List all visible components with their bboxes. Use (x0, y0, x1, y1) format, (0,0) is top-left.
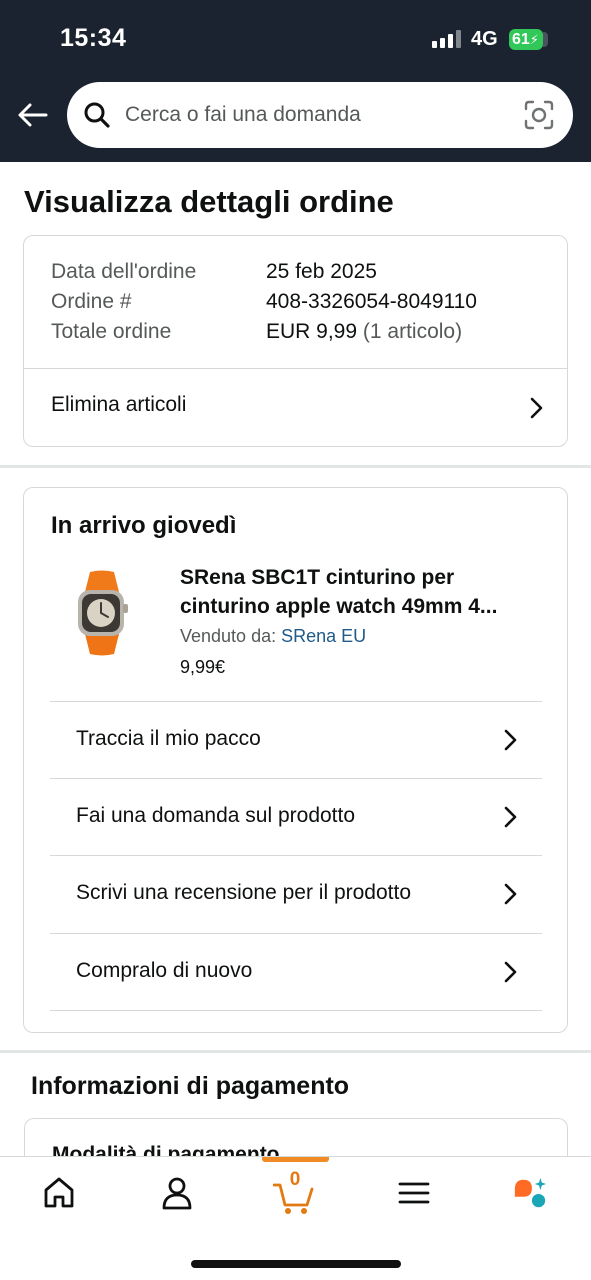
home-indicator (191, 1260, 401, 1268)
payment-section-title: Informazioni di pagamento (31, 1072, 350, 1100)
rufus-assistant-icon[interactable] (512, 1175, 548, 1211)
track-package-row[interactable]: Traccia il mio pacco (50, 702, 542, 778)
ask-question-label: Fai una domanda sul prodotto (76, 804, 356, 827)
search-input[interactable]: Cerca o fai una domanda (67, 82, 573, 148)
status-bar: 15:34 4G 61⚡ (0, 0, 591, 76)
camera-scan-icon[interactable] (523, 99, 555, 131)
order-date-value: 25 feb 2025 (266, 260, 377, 283)
order-total-value: EUR 9,99 (1 articolo) (266, 320, 462, 344)
product-image[interactable] (64, 570, 140, 656)
menu-icon[interactable] (396, 1175, 432, 1211)
delivery-status: In arrivo giovedì (51, 512, 237, 539)
search-placeholder: Cerca o fai una domanda (125, 103, 361, 126)
back-arrow-icon[interactable] (16, 98, 50, 132)
cart-count-badge: 0 (289, 1169, 301, 1190)
buy-again-label: Compralo di nuovo (76, 959, 253, 982)
battery-level: 61 (512, 31, 530, 48)
battery-icon: 61⚡ (509, 29, 551, 50)
product-price: 9,99€ (180, 657, 226, 677)
seller-info: Venduto da: SRena EU (180, 626, 366, 647)
active-tab-indicator (262, 1157, 329, 1162)
status-time: 15:34 (60, 24, 127, 52)
order-date-label: Data dell'ordine (51, 260, 197, 283)
order-item-count: (1 articolo) (362, 320, 463, 343)
search-icon (84, 102, 110, 128)
cart-button[interactable]: 0 (273, 1169, 314, 1214)
delivery-card: In arrivo giovedì SRena SBC1T cinturino … (23, 487, 568, 1033)
ask-question-row[interactable]: Fai una domanda sul prodotto (50, 779, 542, 855)
bottom-nav: 0 (0, 1156, 591, 1280)
network-type: 4G (471, 28, 498, 50)
account-icon[interactable] (159, 1175, 195, 1211)
seller-link[interactable]: SRena EU (281, 626, 366, 646)
divider (50, 1010, 542, 1011)
delete-items-label: Elimina articoli (51, 393, 187, 416)
buy-again-row[interactable]: Compralo di nuovo (50, 934, 542, 1010)
write-review-label: Scrivi una recensione per il prodotto (76, 881, 412, 904)
section-separator (0, 1050, 591, 1053)
product-title-line1: SRena SBC1T cinturino per (180, 566, 455, 589)
order-total-label: Totale ordine (51, 320, 172, 343)
section-separator (0, 465, 591, 468)
search-header: Cerca o fai una domanda (0, 76, 591, 162)
chevron-right-icon (504, 961, 517, 983)
seller-label: Venduto da: (180, 626, 277, 646)
delete-items-row[interactable]: Elimina articoli (24, 369, 567, 446)
write-review-row[interactable]: Scrivi una recensione per il prodotto (50, 856, 542, 932)
track-package-label: Traccia il mio pacco (76, 727, 261, 750)
chevron-right-icon (504, 883, 517, 905)
order-total-amount: EUR 9,99 (266, 320, 358, 343)
signal-icon (432, 30, 462, 48)
home-icon[interactable] (41, 1175, 77, 1211)
order-summary-card: Data dell'ordine 25 feb 2025 Ordine # 40… (23, 235, 568, 447)
chevron-right-icon (530, 397, 543, 419)
chevron-right-icon (504, 806, 517, 828)
product-title-line2: cinturino apple watch 49mm 4... (180, 595, 498, 618)
chevron-right-icon (504, 729, 517, 751)
product-title[interactable]: SRena SBC1T cinturino per cinturino appl… (180, 563, 542, 621)
page-title: Visualizza dettagli ordine (24, 184, 394, 219)
order-number-value: 408-3326054-8049110 (266, 290, 477, 313)
order-number-label: Ordine # (51, 290, 132, 313)
